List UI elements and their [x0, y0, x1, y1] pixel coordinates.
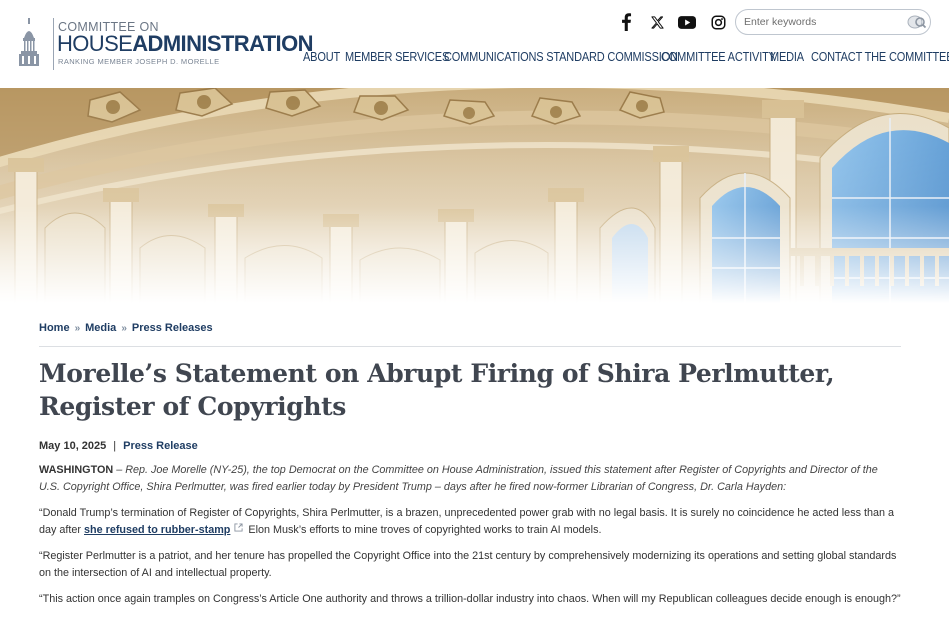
capitol-rotunda-illustration — [0, 88, 949, 303]
breadcrumb-divider — [39, 346, 901, 347]
facebook-icon — [622, 13, 632, 31]
article-meta: May 10, 2025 | Press Release — [39, 440, 901, 456]
article-content: Home » Media » Press Releases Morelle’s Stat… — [39, 318, 901, 608]
article-date: May 10, 2025 — [39, 440, 107, 452]
rubber-stamp-link[interactable]: she refused to rubber-stamp — [84, 524, 230, 536]
site-header: COMMITTEE ON HOUSEADMINISTRATION RANKING… — [0, 0, 949, 88]
quote-paragraph-3: “This action once again tramples on Cong… — [39, 593, 901, 605]
youtube-link[interactable] — [674, 9, 700, 35]
youtube-icon — [678, 15, 696, 29]
page-title: Morelle’s Statement on Abrupt Firing of … — [39, 359, 835, 421]
external-link-icon — [234, 522, 243, 532]
nav-contact-the-committee[interactable]: CONTACT THE COMMITTEE — [811, 50, 949, 64]
main-nav: ABOUT MEMBER SERVICES COMMUNICATIONS STA… — [0, 50, 949, 70]
x-icon — [650, 15, 664, 29]
quote-paragraph-1: “Donald Trump’s termination of Register … — [39, 505, 901, 538]
breadcrumb-separator: » — [121, 323, 127, 334]
quote-1-after: Elon Musk’s efforts to mine troves of co… — [248, 523, 602, 536]
instagram-link[interactable] — [705, 9, 731, 35]
x-link[interactable] — [644, 9, 670, 35]
meta-divider: | — [113, 440, 117, 452]
search-box — [735, 9, 931, 35]
breadcrumb-home[interactable]: Home — [39, 322, 70, 334]
nav-about[interactable]: ABOUT — [303, 50, 340, 64]
nav-member-services[interactable]: MEMBER SERVICES — [345, 50, 449, 64]
nav-communications-standard-commission[interactable]: COMMUNICATIONS STANDARD COMMISSION — [444, 50, 678, 64]
quote-paragraph-2: “Register Perlmutter is a patriot, and h… — [39, 550, 897, 579]
breadcrumb-media[interactable]: Media — [85, 322, 116, 334]
breadcrumb: Home » Media » Press Releases — [39, 318, 901, 338]
search-input[interactable] — [744, 13, 904, 31]
breadcrumb-separator: » — [74, 323, 81, 334]
intro-text: – Rep. Joe Morelle (NY-25), the top Demo… — [39, 464, 878, 493]
hero-image — [0, 88, 949, 303]
breadcrumb-press-releases[interactable]: Press Releases — [132, 322, 213, 334]
search-icon[interactable] — [907, 14, 927, 30]
dateline: WASHINGTON — [39, 464, 114, 476]
nav-media[interactable]: MEDIA — [770, 50, 804, 64]
nav-committee-activity[interactable]: COMMITTEE ACTIVITY — [661, 50, 776, 64]
article-category-link[interactable]: Press Release — [123, 440, 198, 452]
facebook-link[interactable] — [613, 9, 639, 35]
intro-paragraph: WASHINGTON – Rep. Joe Morelle (NY-25), t… — [39, 462, 901, 495]
instagram-icon — [711, 15, 725, 29]
